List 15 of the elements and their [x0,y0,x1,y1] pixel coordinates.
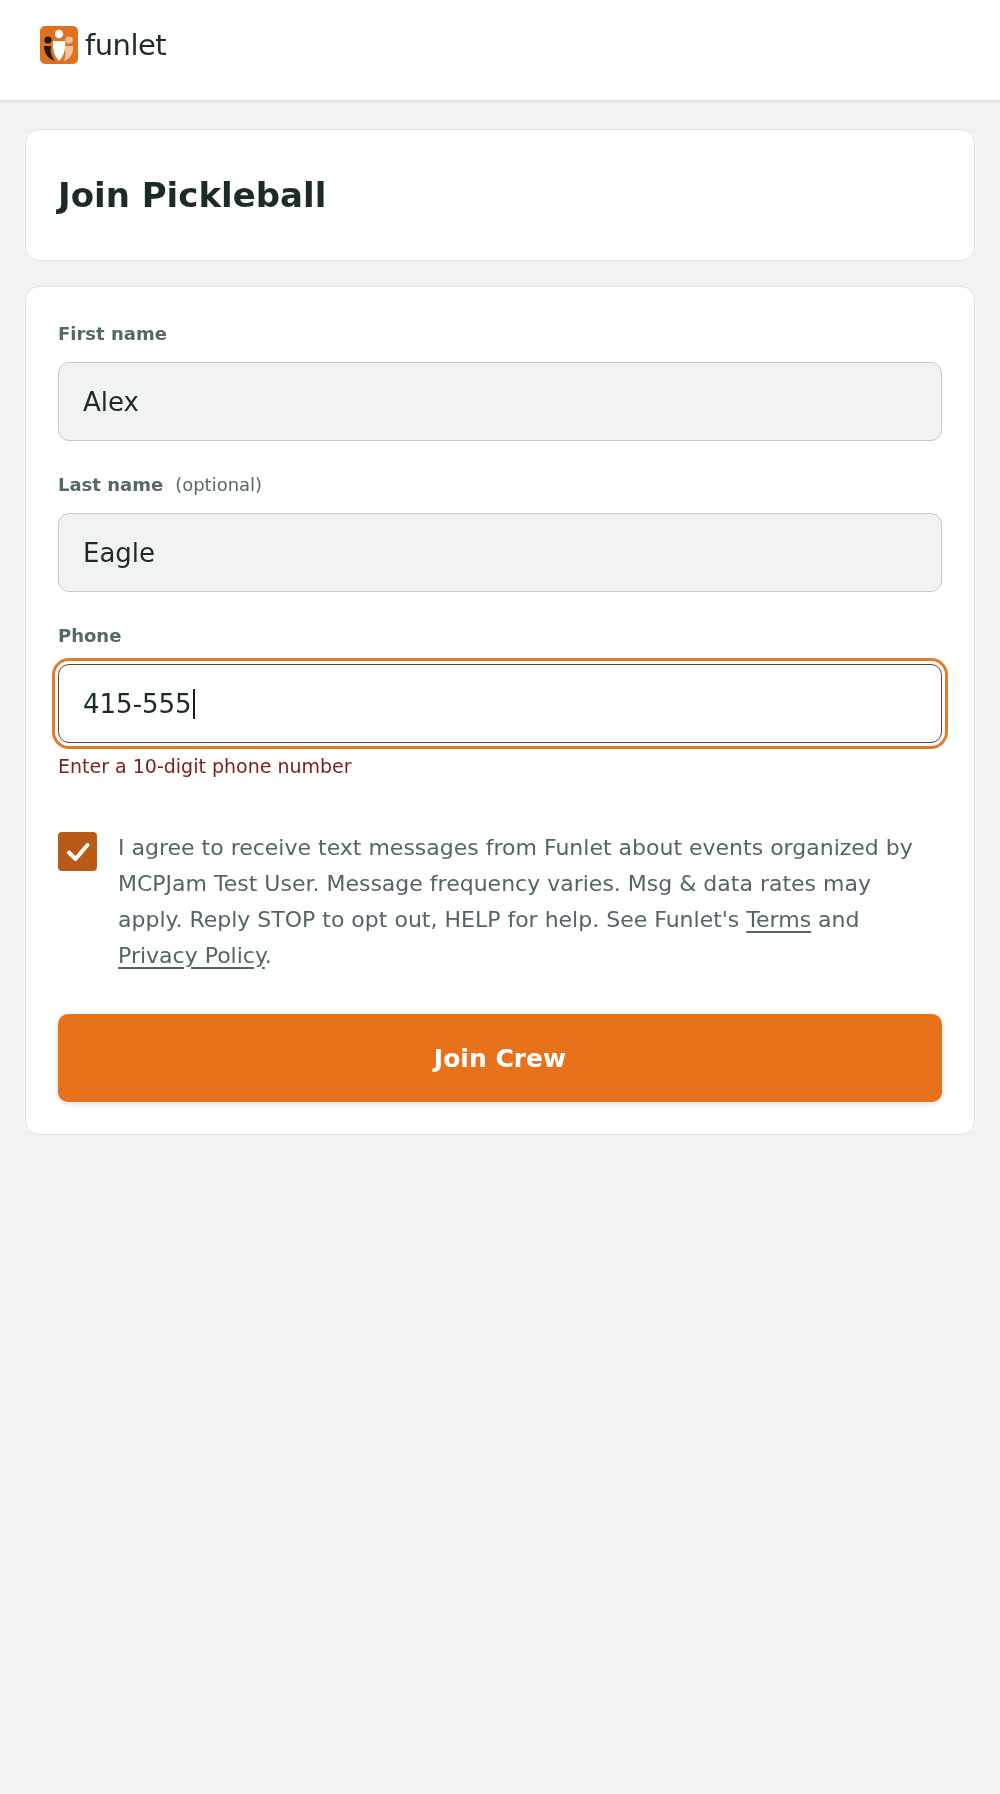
link[interactable]: Terms [746,907,812,932]
checkbox[interactable] [58,832,97,871]
page-title: Join Pickleball [58,174,327,217]
field-label: Phone [58,624,122,648]
logo-icon [40,26,78,64]
link[interactable]: Privacy Policy [118,943,265,968]
field-label: First name [58,322,167,346]
input-field[interactable]: Alex [58,362,942,441]
error-message: Enter a 10-digit phone number [58,754,353,778]
text-cursor-icon [192,688,195,719]
consent-text: I agree to receive text messages from Funlet about events organized by MCPJam Test User. Message frequency varies. Msg & data rates may apply. Reply STOP to opt out, HELP for help. See Funlet's Terms and Privacy Policy. [118,834,914,970]
field-label: Last name [58,473,164,497]
input-field[interactable]: Eagle [58,513,942,592]
optional-hint: (optional) [175,473,263,497]
brand-name: funlet [85,27,167,64]
